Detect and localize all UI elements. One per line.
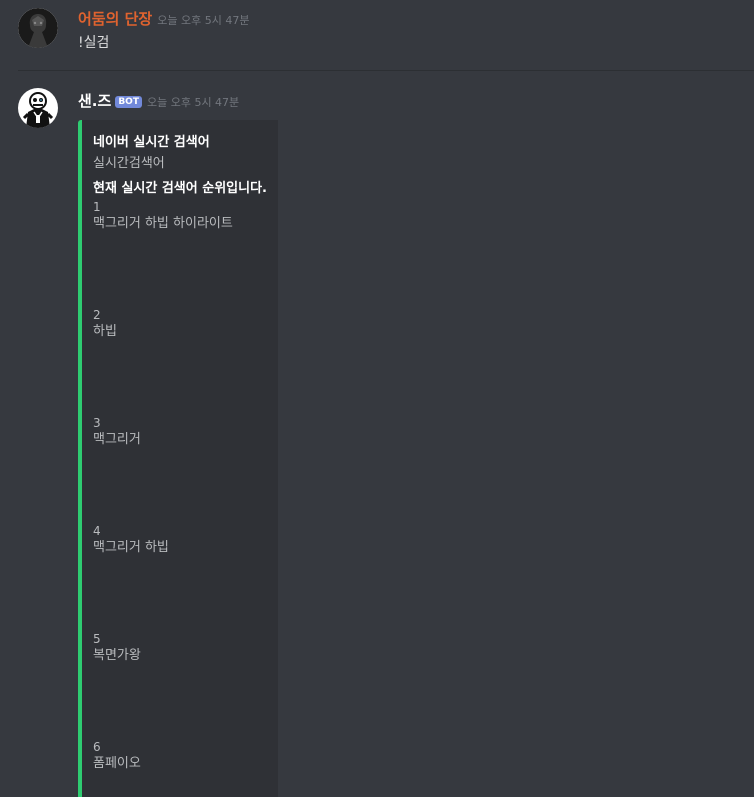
rank-item: 4 맥그리거 하빕 xyxy=(93,523,278,557)
rank-item: 3 맥그리거 xyxy=(93,415,278,449)
message-content: !실검 xyxy=(78,35,110,51)
avatar[interactable] xyxy=(18,8,58,48)
rich-embed: 네이버 실시간 검색어 실시간검색어 현재 실시간 검색어 순위입니다. 1 맥… xyxy=(78,120,278,797)
rank-term: 복면가왕 xyxy=(93,648,141,663)
author-line: 어둠의 단장 오늘 오후 5시 47분 xyxy=(78,8,250,29)
author-line: 샌.즈 BOT 오늘 오후 5시 47분 xyxy=(78,90,240,111)
embed-description: 실시간검색어 xyxy=(93,156,165,171)
timestamp: 오늘 오후 5시 47분 xyxy=(146,96,240,109)
rank-item: 2 하빕 xyxy=(93,307,278,341)
rank-number: 5 xyxy=(93,632,101,646)
rank-number: 3 xyxy=(93,416,101,430)
embed-title: 네이버 실시간 검색어 xyxy=(93,135,210,150)
rank-number: 2 xyxy=(93,308,101,322)
rank-item: 6 폼페이오 xyxy=(93,739,278,773)
author-name[interactable]: 샌.즈 xyxy=(78,90,111,111)
dark-figure-avatar-icon xyxy=(18,8,58,48)
message-group-1: 어둠의 단장 오늘 오후 5시 47분 !실검 xyxy=(0,0,754,70)
rank-number: 1 xyxy=(93,200,101,214)
bot-tag: BOT xyxy=(115,96,142,108)
message-divider xyxy=(18,70,754,71)
author-name[interactable]: 어둠의 단장 xyxy=(78,8,152,29)
rank-term: 맥그리거 xyxy=(93,432,141,447)
rank-number: 4 xyxy=(93,524,101,538)
skeleton-avatar-icon xyxy=(18,88,58,128)
rank-number: 6 xyxy=(93,740,101,754)
rank-term: 맥그리거 하빕 xyxy=(93,540,169,555)
rank-term: 하빕 xyxy=(93,324,117,339)
rank-item: 1 맥그리거 하빕 하이라이트 xyxy=(93,199,278,233)
rank-term: 맥그리거 하빕 하이라이트 xyxy=(93,216,233,231)
rank-term: 폼페이오 xyxy=(93,756,141,771)
embed-field-name: 현재 실시간 검색어 순위입니다. xyxy=(93,181,267,196)
rank-item: 5 복면가왕 xyxy=(93,631,278,665)
timestamp: 오늘 오후 5시 47분 xyxy=(157,14,250,27)
avatar[interactable] xyxy=(18,88,58,128)
